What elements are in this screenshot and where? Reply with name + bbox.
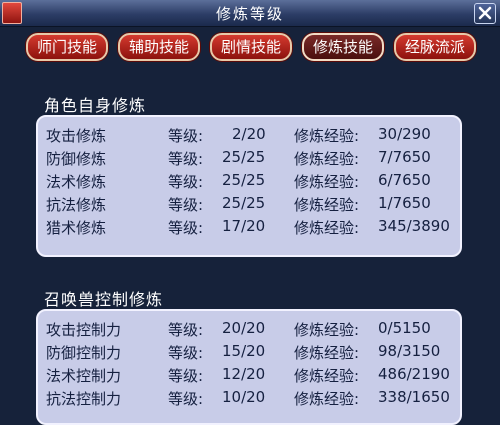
row-name: 防御修炼: [46, 150, 107, 168]
tab-cultivation-skills[interactable]: 修炼技能: [302, 33, 384, 61]
row-exp: 0/5150: [378, 319, 431, 337]
row-level-label: 等级:: [168, 150, 204, 168]
row-level: 15/20: [222, 342, 266, 360]
close-button[interactable]: [474, 3, 496, 24]
row-level-label: 等级:: [168, 196, 204, 214]
row-exp-label: 修炼经验:: [294, 150, 360, 168]
row-level: 20/20: [222, 319, 266, 337]
row-level: 25/25: [222, 194, 266, 212]
row-level: 12/20: [222, 365, 266, 383]
tab-school-skills[interactable]: 师门技能: [26, 33, 108, 61]
title-bar: 修炼等级: [0, 0, 500, 27]
row-exp: 338/1650: [378, 388, 450, 406]
row-exp: 30/290: [378, 125, 431, 143]
window-title: 修炼等级: [215, 5, 284, 23]
row-level: 25/25: [222, 148, 266, 166]
row-name: 抗法控制力: [46, 390, 122, 408]
row-exp-label: 修炼经验:: [294, 219, 360, 237]
row-level: 10/20: [222, 388, 266, 406]
row-name: 防御控制力: [46, 344, 122, 362]
row-exp-label: 修炼经验:: [294, 367, 360, 385]
row-exp: 486/2190: [378, 365, 450, 383]
tab-support-skills[interactable]: 辅助技能: [118, 33, 200, 61]
row-level-label: 等级:: [168, 367, 204, 385]
row-level-label: 等级:: [168, 219, 204, 237]
row-level-label: 等级:: [168, 127, 204, 145]
row-exp: 1/7650: [378, 194, 431, 212]
row-exp-label: 修炼经验:: [294, 196, 360, 214]
pet-control-title: 召唤兽控制修炼: [44, 290, 164, 309]
row-level: 25/25: [222, 171, 266, 189]
pet-control-panel: 攻击控制力 等级: 20/20 修炼经验: 0/5150 防御控制力 等级: 1…: [36, 309, 462, 425]
tab-story-skills[interactable]: 剧情技能: [210, 33, 292, 61]
row-level-label: 等级:: [168, 390, 204, 408]
row-exp-label: 修炼经验:: [294, 173, 360, 191]
row-exp-label: 修炼经验:: [294, 127, 360, 145]
row-level-label: 等级:: [168, 344, 204, 362]
row-name: 猎术修炼: [46, 219, 107, 237]
row-name: 攻击修炼: [46, 127, 107, 145]
self-cultivation-panel: 攻击修炼 等级: 2/20 修炼经验: 30/290 防御修炼 等级: 25/2…: [36, 115, 462, 257]
row-exp: 345/3890: [378, 217, 450, 235]
close-icon: [478, 6, 492, 20]
row-name: 法术控制力: [46, 367, 122, 385]
row-exp-label: 修炼经验:: [294, 390, 360, 408]
row-exp: 7/7650: [378, 148, 431, 166]
row-exp-label: 修炼经验:: [294, 321, 360, 339]
tab-meridian-school[interactable]: 经脉流派: [394, 33, 476, 61]
row-level: 17/20: [222, 217, 266, 235]
row-name: 攻击控制力: [46, 321, 122, 339]
row-level: 2/20: [232, 125, 266, 143]
row-exp: 98/3150: [378, 342, 441, 360]
row-name: 法术修炼: [46, 173, 107, 191]
row-exp-label: 修炼经验:: [294, 344, 360, 362]
row-level-label: 等级:: [168, 321, 204, 339]
row-name: 抗法修炼: [46, 196, 107, 214]
row-level-label: 等级:: [168, 173, 204, 191]
row-exp: 6/7650: [378, 171, 431, 189]
self-cultivation-title: 角色自身修炼: [44, 96, 147, 115]
